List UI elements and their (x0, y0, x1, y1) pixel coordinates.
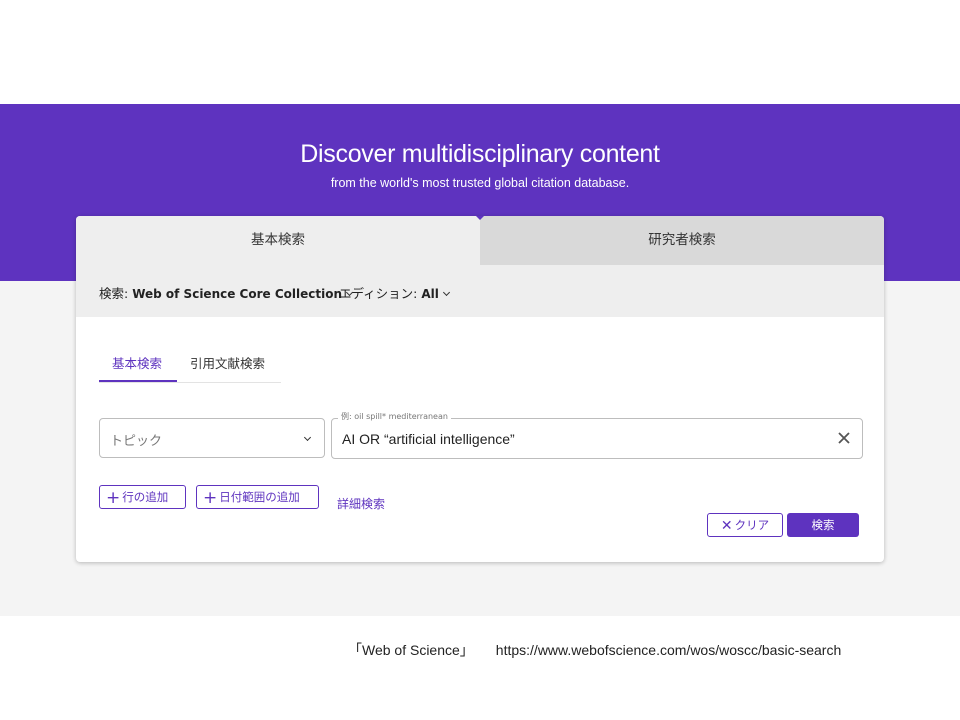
sub-tabs: 基本検索 引用文献検索 (99, 344, 281, 383)
edition-label: エディション: (339, 286, 418, 301)
close-icon: ✕ (720, 518, 733, 534)
caption-url: https://www.webofscience.com/wos/woscc/b… (495, 642, 842, 658)
plus-icon: + (203, 488, 218, 508)
subtab-active-underline (99, 380, 177, 382)
collection-bar: 検索: Web of Science Core Collection エディショ… (76, 265, 884, 317)
close-icon[interactable] (836, 430, 852, 446)
add-row-label: 行の追加 (122, 490, 169, 504)
source-caption: 「Web of Science」 https://www.webofscience… (348, 640, 841, 660)
hero-subtitle: from the world's most trusted global cit… (330, 176, 630, 190)
query-box: 例: oil spill* mediterranean (331, 411, 863, 459)
query-input[interactable] (342, 428, 822, 450)
plus-icon: + (106, 488, 121, 508)
search-card: 基本検索 研究者検索 検索: Web of Science Core Colle… (76, 216, 884, 562)
collection-value: Web of Science Core Collection (132, 287, 342, 301)
advanced-search-link[interactable]: 詳細検索 (337, 495, 385, 512)
tab-notch-indicator (476, 216, 484, 220)
clear-label: クリア (734, 518, 770, 532)
collection-label: 検索: (99, 286, 129, 301)
search-field-placeholder: トピック (110, 434, 163, 449)
subtab-cited-reference-search[interactable]: 引用文献検索 (190, 353, 265, 372)
chevron-down-icon (442, 288, 450, 297)
search-field-select[interactable]: トピック (99, 418, 325, 458)
query-example-label: 例: oil spill* mediterranean (338, 411, 451, 422)
tab-researcher-search[interactable]: 研究者検索 (480, 216, 884, 265)
subtab-basic-search[interactable]: 基本検索 (112, 353, 162, 372)
clear-button[interactable]: ✕ クリア (707, 513, 783, 537)
collection-selector[interactable]: 検索: Web of Science Core Collection (99, 283, 354, 302)
top-tabs: 基本検索 研究者検索 (76, 216, 884, 265)
add-row-button[interactable]: + 行の追加 (99, 485, 186, 509)
caption-source: 「Web of Science」 (348, 642, 474, 658)
hero-title: Discover multidisciplinary content (300, 140, 660, 168)
search-button[interactable]: 検索 (787, 513, 859, 537)
edition-selector[interactable]: エディション: All (339, 283, 450, 302)
edition-value: All (421, 287, 439, 301)
chevron-down-icon (303, 433, 312, 442)
add-date-range-label: 日付範囲の追加 (219, 490, 300, 504)
tab-basic-search[interactable]: 基本検索 (76, 216, 480, 265)
add-date-range-button[interactable]: + 日付範囲の追加 (196, 485, 319, 509)
